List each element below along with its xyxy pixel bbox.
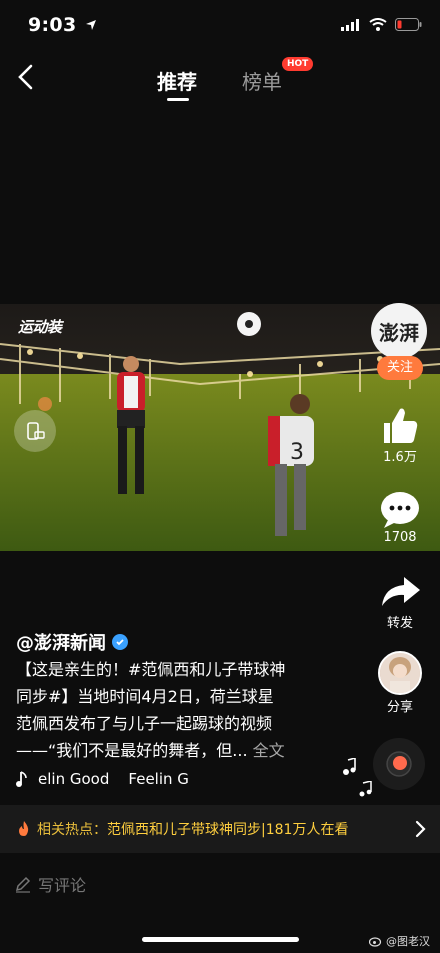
related-hot-bar[interactable]: 相关热点：范佩西和儿子带球神同步|181万人在看 [0, 805, 440, 853]
forward-button[interactable] [370, 573, 430, 615]
forward-label: 转发 [386, 616, 413, 631]
author-name-text[interactable]: @澎湃新闻 [16, 629, 106, 655]
chevron-right-icon[interactable] [414, 820, 426, 838]
svg-text:3: 3 [290, 440, 304, 465]
soccer-ball [237, 312, 261, 336]
author-avatar[interactable]: 澎湃 [371, 303, 427, 359]
author-name[interactable]: @澎湃新闻 [16, 629, 128, 655]
like-count: 1.6万 [383, 450, 417, 465]
tab-ranking[interactable]: 榜单 [242, 66, 282, 95]
hot-topic-text: 相关热点：范佩西和儿子带球神同步|181万人在看 [37, 819, 348, 839]
music-note-icon [359, 781, 372, 797]
comment-placeholder: 写评论 [38, 876, 87, 895]
signal-icon [341, 18, 359, 31]
music-title: elin Good Feelin G [38, 770, 189, 788]
comment-count: 1708 [383, 530, 417, 545]
status-icons [341, 18, 422, 31]
rotate-screen-button[interactable] [14, 410, 56, 452]
caption-line: 【这是亲生的！#范佩西和儿子带球神 [16, 660, 286, 679]
weibo-icon [369, 937, 382, 947]
battery-icon [395, 18, 422, 31]
thumb-up-icon [384, 408, 418, 443]
follow-button[interactable]: 关注 [377, 356, 423, 380]
flame-icon [19, 821, 29, 836]
music-note-icon [343, 758, 356, 775]
hot-topic-label: 相关热点： [37, 822, 107, 838]
weibo-watermark-text: @图老汉 [386, 935, 430, 948]
music-note-icon [16, 771, 27, 787]
tab-active-underline [167, 98, 189, 101]
caption-line-text: ——“我们不是最好的舞者，但... [16, 741, 248, 760]
wifi-icon [369, 18, 387, 31]
like-button[interactable] [370, 405, 430, 449]
share-arrow-icon [382, 577, 420, 606]
weibo-watermark: @图老汉 [369, 933, 430, 949]
tab-recommend[interactable]: 推荐 [157, 66, 197, 95]
rotate-screen-icon [27, 422, 45, 440]
share-avatar[interactable] [378, 651, 422, 695]
back-chevron-icon[interactable] [14, 62, 38, 92]
share-avatar-picture [380, 653, 420, 693]
author-avatar-text: 澎湃 [379, 320, 419, 345]
post-caption: 【这是亲生的！#范佩西和儿子带球神 同步#】当地时间4月2日，荷兰球星 范佩西发… [16, 656, 316, 764]
hot-badge: HOT [282, 57, 314, 71]
caption-line: 范佩西发布了与儿子一起踢球的视频 [16, 714, 273, 733]
expand-caption-link[interactable]: 全文 [253, 741, 285, 760]
pencil-icon [15, 876, 31, 893]
hot-topic-title: 范佩西和儿子带球神同步|181万人在看 [107, 822, 349, 838]
status-time: 9:03 [28, 14, 97, 36]
video-watermark: 运动装 [18, 318, 62, 336]
status-time-text: 9:03 [28, 14, 77, 36]
home-indicator [142, 937, 299, 942]
caption-line: 同步#】当地时间4月2日，荷兰球星 [16, 687, 274, 706]
share-label: 分享 [386, 700, 413, 715]
comment-bubble-icon [381, 492, 419, 528]
location-arrow-icon [86, 20, 97, 30]
comment-button[interactable] [370, 490, 430, 534]
caption-line: ——“我们不是最好的舞者，但... 全文 [16, 737, 316, 764]
verified-icon [112, 634, 128, 650]
comment-input[interactable]: 写评论 [14, 872, 86, 896]
music-disc-center [393, 756, 407, 770]
music-ticker[interactable]: elin Good Feelin G [16, 770, 189, 788]
